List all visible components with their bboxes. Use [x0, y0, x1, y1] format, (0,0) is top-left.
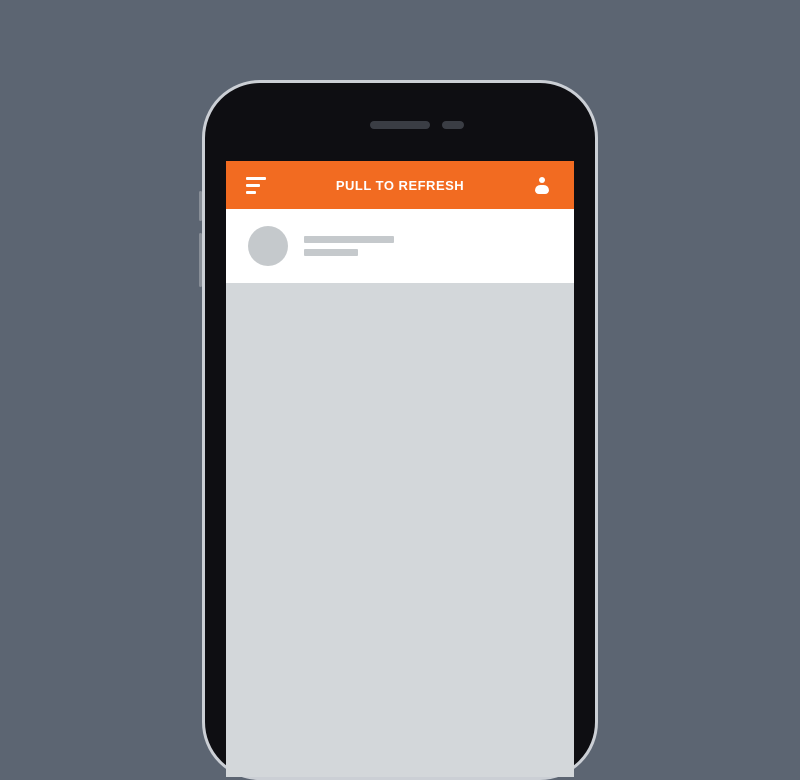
phone-side-button: [199, 233, 202, 287]
menu-icon: [246, 184, 260, 187]
placeholder-line: [304, 249, 358, 256]
app-screen[interactable]: PULL TO REFRESH: [226, 161, 574, 777]
content-placeholder[interactable]: [226, 291, 574, 691]
profile-button[interactable]: [530, 173, 554, 197]
phone-speaker: [370, 121, 430, 129]
text-placeholder: [304, 236, 394, 256]
app-header: PULL TO REFRESH: [226, 161, 574, 209]
profile-icon: [539, 177, 545, 183]
menu-icon: [246, 177, 266, 180]
phone-sensor: [442, 121, 464, 129]
phone-frame: PULL TO REFRESH: [202, 80, 598, 780]
placeholder-line: [304, 236, 394, 243]
phone-side-button: [199, 191, 202, 221]
profile-icon: [535, 185, 549, 194]
menu-icon: [246, 191, 256, 194]
avatar-placeholder: [248, 226, 288, 266]
header-title: PULL TO REFRESH: [336, 178, 464, 193]
feed-card[interactable]: [226, 209, 574, 283]
menu-button[interactable]: [246, 173, 270, 197]
